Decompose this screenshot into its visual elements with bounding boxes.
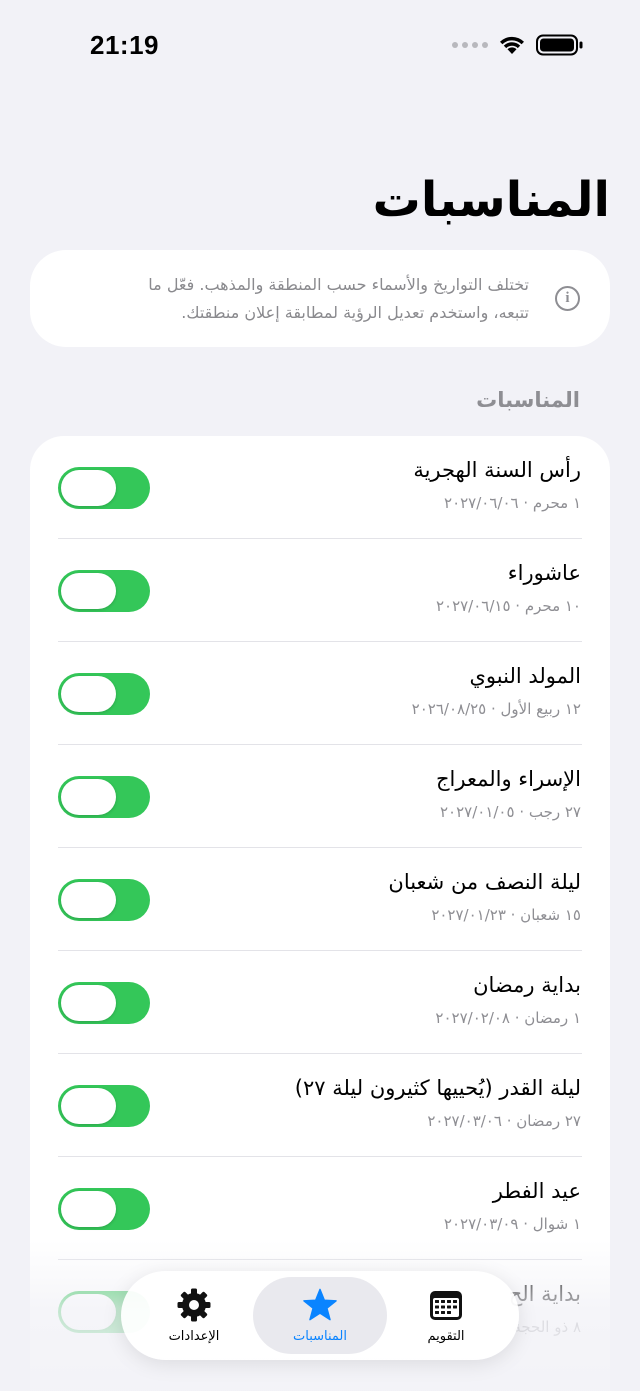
tab-settings[interactable]: الإعدادات [127, 1277, 261, 1354]
occasion-title: عاشوراء [507, 561, 581, 585]
occasion-title: بداية رمضان [473, 973, 581, 997]
occasion-date: ١ رمضان · ٢٠٢٧/٠٢/٠٨ [435, 1009, 581, 1027]
occasion-date: ١٥ شعبان · ٢٠٢٧/٠١/٢٣ [431, 906, 581, 924]
occasion-toggle[interactable] [58, 570, 150, 612]
list-item: ليلة القدر (يُحييها كثيرون ليلة ٢٧) ٢٧ ر… [30, 1054, 610, 1157]
occasion-date: ٢٧ رجب · ٢٠٢٧/٠١/٠٥ [439, 803, 581, 821]
occasion-date: ١٢ ربيع الأول · ٢٠٢٦/٠٨/٢٥ [411, 700, 581, 718]
tab-label: الإعدادات [168, 1329, 220, 1344]
list-item: الإسراء والمعراج ٢٧ رجب · ٢٠٢٧/٠١/٠٥ [30, 745, 610, 848]
info-banner: i تختلف التواريخ والأسماء حسب المنطقة وا… [30, 250, 610, 347]
occasion-title: ليلة القدر (يُحييها كثيرون ليلة ٢٧) [294, 1076, 581, 1100]
occasions-list: رأس السنة الهجرية ١ محرم · ٢٠٢٧/٠٦/٠٦ عا… [30, 436, 610, 1391]
occasion-date: ١ شوال · ٢٠٢٧/٠٣/٠٩ [443, 1215, 581, 1233]
list-item: ليلة النصف من شعبان ١٥ شعبان · ٢٠٢٧/٠١/٢… [30, 848, 610, 951]
gear-icon [176, 1287, 212, 1323]
occasion-date: ٢٧ رمضان · ٢٠٢٧/٠٣/٠٦ [427, 1112, 581, 1130]
tab-calendar[interactable]: التقويم [379, 1277, 513, 1354]
tab-occasions[interactable]: المناسبات [253, 1277, 387, 1354]
status-icons [452, 34, 584, 56]
wifi-icon [500, 36, 524, 54]
info-icon: i [555, 286, 580, 311]
info-text: تختلف التواريخ والأسماء حسب المنطقة والم… [60, 271, 529, 327]
occasion-toggle[interactable] [58, 1188, 150, 1230]
list-item: بداية رمضان ١ رمضان · ٢٠٢٧/٠٢/٠٨ [30, 951, 610, 1054]
info-line-2: تتبعه، واستخدم تعديل الرؤية لمطابقة إعلا… [181, 302, 529, 322]
list-item: المولد النبوي ١٢ ربيع الأول · ٢٠٢٦/٠٨/٢٥ [30, 642, 610, 745]
star-icon [302, 1287, 338, 1323]
occasion-toggle[interactable] [58, 776, 150, 818]
occasion-title: المولد النبوي [469, 664, 581, 688]
occasion-toggle[interactable] [58, 467, 150, 509]
tab-label: المناسبات [293, 1329, 347, 1344]
occasion-title: رأس السنة الهجرية [413, 458, 581, 482]
tab-label: التقويم [427, 1329, 465, 1344]
status-time: 21:19 [90, 30, 159, 60]
occasion-title: بداية الح [508, 1282, 581, 1306]
occasion-toggle[interactable] [58, 879, 150, 921]
occasion-toggle[interactable] [58, 673, 150, 715]
tab-bar: الإعدادات المناسبات التقويم [121, 1271, 519, 1360]
occasion-title: عيد الفطر [492, 1179, 581, 1203]
occasion-toggle[interactable] [58, 1085, 150, 1127]
info-line-1: تختلف التواريخ والأسماء حسب المنطقة والم… [148, 274, 529, 294]
occasion-date: ١ محرم · ٢٠٢٧/٠٦/٠٦ [444, 494, 581, 512]
occasion-date: ١٠ محرم · ٢٠٢٧/٠٦/١٥ [435, 597, 581, 615]
occasion-title: ليلة النصف من شعبان [388, 870, 581, 894]
list-item: عيد الفطر ١ شوال · ٢٠٢٧/٠٣/٠٩ [30, 1157, 610, 1260]
cellular-signal-icon [452, 42, 488, 48]
list-item: عاشوراء ١٠ محرم · ٢٠٢٧/٠٦/١٥ [30, 539, 610, 642]
page-title: المناسبات [372, 172, 610, 228]
calendar-icon [428, 1287, 464, 1323]
list-item: رأس السنة الهجرية ١ محرم · ٢٠٢٧/٠٦/٠٦ [30, 436, 610, 539]
occasion-title: الإسراء والمعراج [435, 767, 581, 791]
occasion-toggle[interactable] [58, 982, 150, 1024]
status-bar: 21:19 [0, 0, 640, 96]
battery-icon [536, 34, 583, 56]
section-header: المناسبات [476, 388, 580, 412]
occasion-date: ٨ ذو الحجة [513, 1318, 581, 1336]
